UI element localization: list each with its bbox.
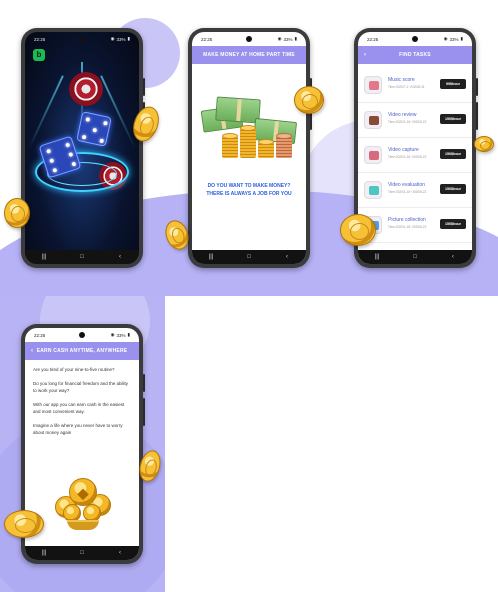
task-name: Video capture: [388, 147, 419, 153]
system-nav-bar: ||| □ ‹: [25, 250, 139, 264]
back-icon[interactable]: ‹: [113, 254, 127, 260]
tv-icon: [364, 111, 382, 129]
system-nav-bar: ||| □ ‹: [192, 250, 306, 264]
status-time: 22:25: [34, 332, 46, 338]
list-item[interactable]: Video review Time:2020/1-16~2020/8-22 15…: [358, 103, 472, 138]
battery-level: 33%: [116, 36, 126, 42]
back-arrow-icon[interactable]: ‹: [31, 342, 33, 360]
task-time: Time:2020/1-16~2020/8-22: [388, 225, 427, 229]
camera-icon: [412, 36, 418, 42]
battery-icon: ▮: [294, 36, 297, 41]
showcase: 22:25 ◉ 33% ▮ b ||| □ ‹ 22:25 ◉ 33% ▮ MA…: [0, 0, 498, 592]
recent-apps-icon[interactable]: |||: [37, 254, 51, 260]
wifi-icon: ◉: [110, 36, 115, 41]
article-body: Are you tired of your nine-to-five routi…: [33, 366, 131, 443]
page-header: ‹ EARN CASH ANYTIME, ANYWHERE: [25, 342, 139, 360]
task-rate-button[interactable]: 150$hour: [440, 219, 466, 229]
paragraph: With our app you can earn cash in the ea…: [33, 402, 125, 414]
battery-icon: ▮: [460, 36, 463, 41]
task-time: Time:2020/1-16~2020/8-22: [388, 155, 427, 159]
home-icon[interactable]: □: [242, 254, 256, 260]
page-header: ‹ FIND TASKS: [358, 46, 472, 64]
phone-intro: 22:25 ◉ 33% ▮ MAKE MONEY AT HOME PART TIME…: [188, 28, 312, 268]
list-item[interactable]: Video evaluation Time:2020/1-16~2020/8-2…: [358, 173, 472, 208]
task-rate-button[interactable]: 150$hour: [440, 184, 466, 194]
wifi-icon: ◉: [443, 36, 448, 41]
back-icon[interactable]: ‹: [113, 550, 127, 556]
recent-apps-icon[interactable]: |||: [204, 254, 218, 260]
battery-icon: ▮: [127, 36, 130, 41]
status-time: 22:25: [34, 36, 46, 42]
video-capture-icon: [364, 146, 382, 164]
splash-screen: 22:25 ◉ 33% ▮ b ||| □ ‹: [25, 32, 139, 264]
back-icon[interactable]: ‹: [446, 254, 460, 260]
intro-screen: 22:25 ◉ 33% ▮ MAKE MONEY AT HOME PART TIME…: [192, 32, 306, 264]
back-arrow-icon[interactable]: ‹: [364, 46, 366, 64]
robot-icon: [364, 181, 382, 199]
task-name: Music score: [388, 77, 415, 83]
wifi-icon: ◉: [110, 332, 115, 337]
page-title: MAKE MONEY AT HOME PART TIME: [192, 46, 306, 64]
dice-icon: [76, 111, 112, 147]
page-title: FIND TASKS: [399, 52, 431, 58]
list-item[interactable]: Music score Time:2020/7-1~2020/8-31 99$h…: [358, 68, 472, 103]
coin-icon: [340, 214, 376, 246]
task-time: Time:2020/1-16~2020/8-22: [388, 190, 427, 194]
home-icon[interactable]: □: [408, 254, 422, 260]
coin-icon: [294, 86, 324, 114]
camera-icon: [79, 332, 85, 338]
camera-icon: [79, 36, 85, 42]
camera-icon: [246, 36, 252, 42]
tagline-line-2: THERE IS ALWAYS A JOB FOR YOU: [206, 191, 292, 197]
task-rate-button[interactable]: 99$hour: [440, 79, 466, 89]
casino-chip-icon: [64, 67, 108, 111]
system-nav-bar: ||| □ ‹: [25, 546, 139, 560]
paragraph: Imagine a life where you never have to w…: [33, 423, 123, 435]
coin-icon: [4, 510, 44, 538]
battery-icon: ▮: [127, 332, 130, 337]
music-card-icon: [364, 76, 382, 94]
task-rate-button[interactable]: 150$hour: [440, 149, 466, 159]
gold-coins-illustration: ◆: [51, 478, 115, 534]
phone-splash: 22:25 ◉ 33% ▮ b ||| □ ‹: [21, 28, 145, 268]
battery-level: 33%: [283, 36, 293, 42]
wifi-icon: ◉: [277, 36, 282, 41]
recent-apps-icon[interactable]: |||: [370, 254, 384, 260]
recent-apps-icon[interactable]: |||: [37, 550, 51, 556]
paragraph: Are you tired of your nine-to-five routi…: [33, 367, 115, 372]
list-item[interactable]: Video capture Time:2020/1-16~2020/8-22 1…: [358, 138, 472, 173]
system-nav-bar: ||| □ ‹: [358, 250, 472, 264]
page-title: EARN CASH ANYTIME, ANYWHERE: [36, 348, 128, 354]
coin-icon: [474, 136, 494, 152]
battery-level: 33%: [449, 36, 459, 42]
home-icon[interactable]: □: [75, 254, 89, 260]
status-time: 22:25: [367, 36, 379, 42]
coin-icon: [4, 198, 30, 228]
task-name: Video evaluation: [388, 182, 425, 188]
home-icon[interactable]: □: [75, 550, 89, 556]
app-logo: b: [33, 49, 45, 61]
back-icon[interactable]: ‹: [280, 254, 294, 260]
task-list: Music score Time:2020/7-1~2020/8-31 99$h…: [358, 68, 472, 243]
tagline: DO YOU WANT TO MAKE MONEY? THERE IS ALWA…: [198, 182, 300, 198]
tagline-line-1: DO YOU WANT TO MAKE MONEY?: [207, 183, 291, 189]
task-name: Video review: [388, 112, 417, 118]
paragraph: Do you long for financial freedom and th…: [33, 381, 129, 393]
status-time: 22:25: [201, 36, 213, 42]
task-time: Time:2020/7-1~2020/8-31: [388, 85, 425, 89]
battery-level: 33%: [116, 332, 126, 338]
task-name: Picture collection: [388, 217, 426, 223]
task-time: Time:2020/1-16~2020/8-22: [388, 120, 427, 124]
task-rate-button[interactable]: 150$hour: [440, 114, 466, 124]
